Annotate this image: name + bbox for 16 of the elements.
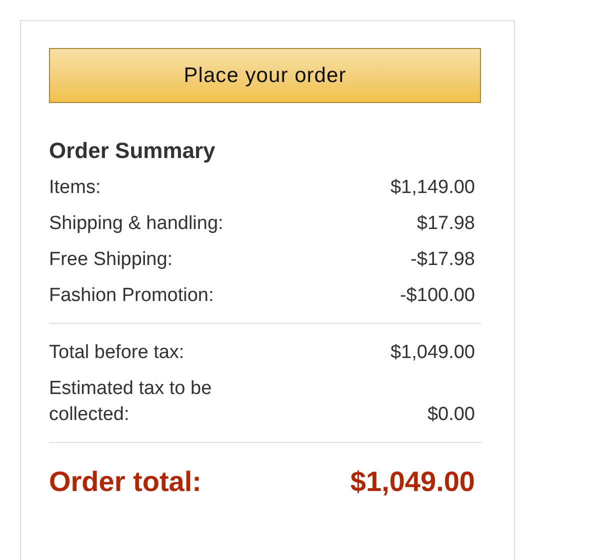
summary-label: Fashion Promotion:: [49, 284, 214, 308]
summary-amount: -$17.98: [410, 248, 476, 272]
place-order-button[interactable]: Place your order: [49, 48, 481, 103]
total-amount: $1,049.00: [350, 465, 476, 499]
summary-label: Free Shipping:: [49, 248, 173, 272]
summary-label: Estimated tax to be collected:: [49, 377, 213, 427]
summary-amount: $0.00: [427, 403, 476, 427]
summary-amount: $1,149.00: [390, 176, 476, 200]
summary-label: Items:: [49, 176, 101, 200]
summary-label: Shipping & handling:: [49, 212, 224, 236]
summary-amount: -$100.00: [400, 284, 476, 308]
total-label: Order total:: [49, 465, 202, 499]
summary-label: Total before tax:: [49, 341, 184, 365]
summary-amount: $17.98: [416, 212, 476, 236]
summary-title: Order Summary: [49, 137, 216, 165]
summary-amount: $1,049.00: [390, 341, 476, 365]
